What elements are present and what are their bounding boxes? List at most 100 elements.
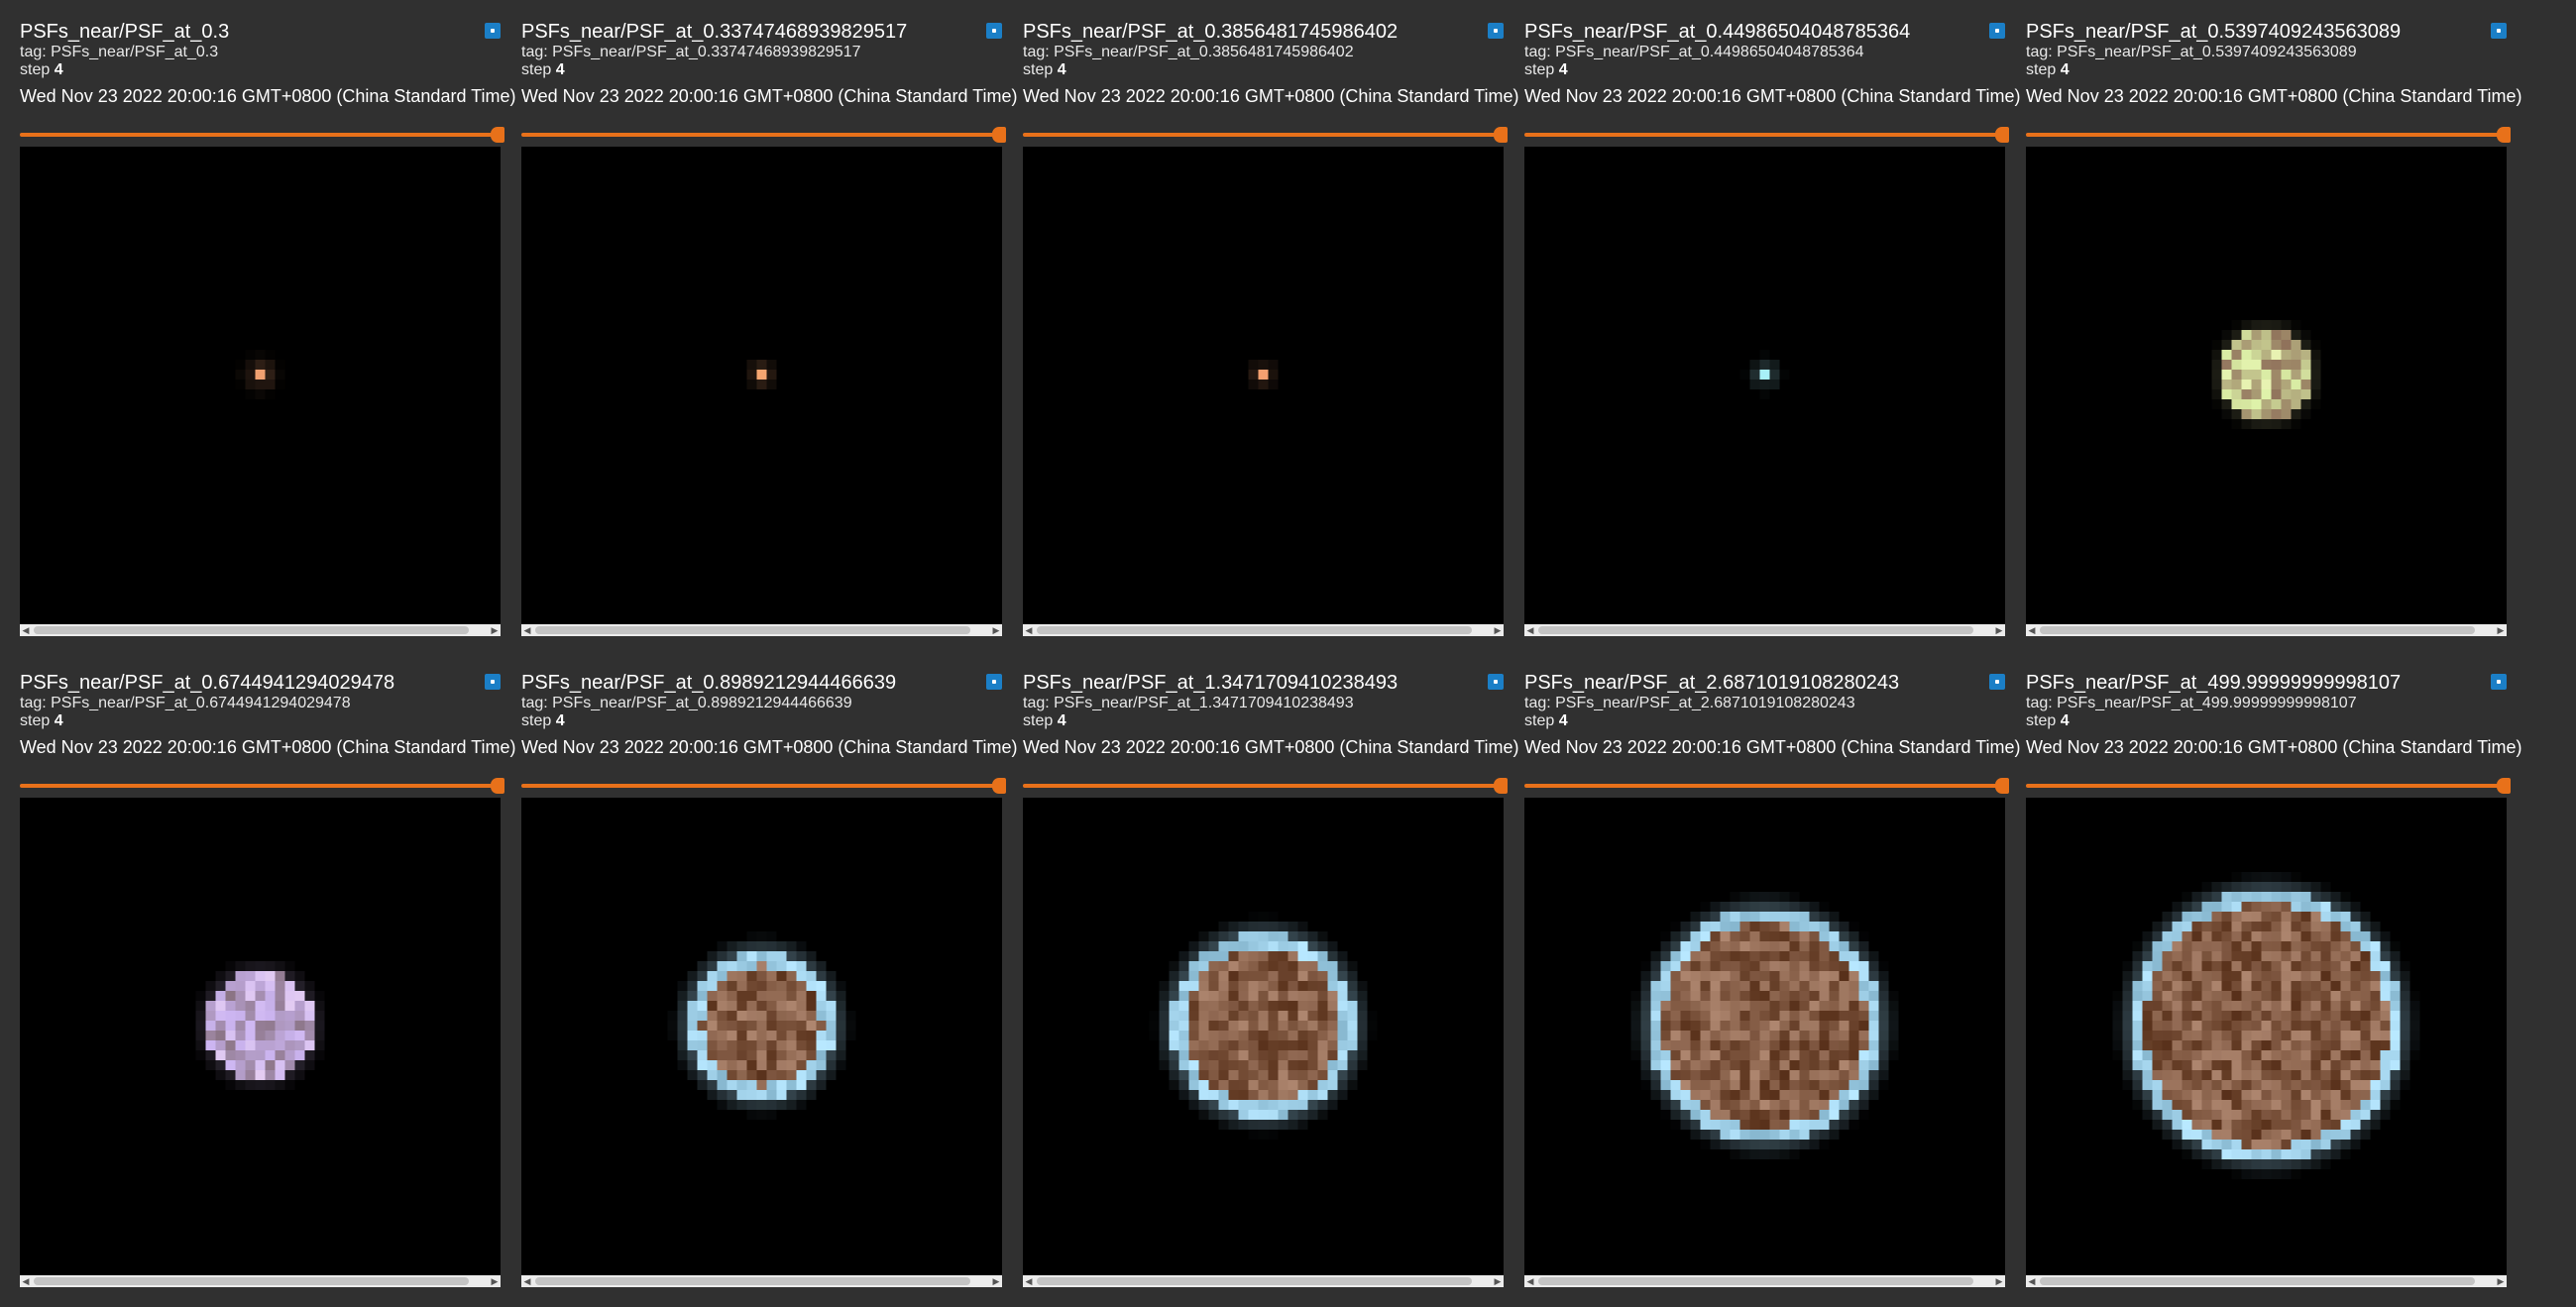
scrollbar-thumb[interactable] <box>34 1277 469 1285</box>
scrollbar-thumb[interactable] <box>1037 626 1472 634</box>
psf-pixel <box>2182 1110 2192 1120</box>
pin-button[interactable] <box>986 23 1002 39</box>
horizontal-scrollbar[interactable]: ◀ ▶ <box>1023 1275 1504 1287</box>
horizontal-scrollbar[interactable]: ◀ ▶ <box>521 1275 1002 1287</box>
slider-thumb[interactable] <box>1494 127 1508 143</box>
chevron-right-icon[interactable]: ▶ <box>489 1275 501 1287</box>
slider-thumb[interactable] <box>2497 778 2511 794</box>
psf-pixel <box>1799 1070 1810 1080</box>
psf-pixel <box>1357 1011 1368 1021</box>
slider-thumb[interactable] <box>1995 778 2009 794</box>
horizontal-scrollbar[interactable]: ◀ ▶ <box>1023 624 1504 636</box>
horizontal-scrollbar[interactable]: ◀ ▶ <box>1524 624 2005 636</box>
slider-thumb[interactable] <box>2497 127 2511 143</box>
horizontal-scrollbar[interactable]: ◀ ▶ <box>20 624 501 636</box>
slider-thumb[interactable] <box>491 778 504 794</box>
psf-pixel <box>304 1031 315 1040</box>
psf-pixel <box>2241 409 2252 419</box>
scrollbar-thumb[interactable] <box>535 626 970 634</box>
pin-button[interactable] <box>1488 674 1504 690</box>
psf-pixel <box>225 1031 236 1040</box>
chevron-left-icon[interactable]: ◀ <box>1524 1275 1536 1287</box>
psf-pixel <box>1868 1050 1879 1060</box>
pin-button[interactable] <box>485 23 501 39</box>
step-slider[interactable] <box>2026 778 2511 794</box>
scrollbar-thumb[interactable] <box>535 1277 970 1285</box>
scrollbar-thumb[interactable] <box>34 626 469 634</box>
chevron-left-icon[interactable]: ◀ <box>1524 624 1536 636</box>
chevron-left-icon[interactable]: ◀ <box>521 1275 533 1287</box>
psf-pixel <box>1327 1070 1338 1080</box>
psf-pixel <box>2261 1080 2272 1090</box>
pin-button[interactable] <box>1488 23 1504 39</box>
psf-pixel <box>2400 1011 2410 1021</box>
chevron-left-icon[interactable]: ◀ <box>2026 1275 2038 1287</box>
step-slider[interactable] <box>1023 778 1508 794</box>
psf-pixel <box>2271 971 2282 981</box>
step-slider[interactable] <box>521 127 1006 143</box>
step-slider[interactable] <box>1524 778 2009 794</box>
psf-pixel <box>1799 1031 1810 1040</box>
chevron-left-icon[interactable]: ◀ <box>1023 1275 1035 1287</box>
scrollbar-thumb[interactable] <box>2040 1277 2475 1285</box>
pin-button[interactable] <box>2491 23 2507 39</box>
horizontal-scrollbar[interactable]: ◀ ▶ <box>2026 624 2507 636</box>
chevron-right-icon[interactable]: ▶ <box>489 624 501 636</box>
chevron-right-icon[interactable]: ▶ <box>990 1275 1002 1287</box>
chevron-right-icon[interactable]: ▶ <box>1492 1275 1504 1287</box>
psf-pixel <box>225 1021 236 1031</box>
step-slider[interactable] <box>20 127 504 143</box>
chevron-right-icon[interactable]: ▶ <box>2495 1275 2507 1287</box>
image-card: PSFs_near/PSF_at_499.99999999998107 tag:… <box>2026 671 2521 1305</box>
slider-thumb[interactable] <box>1995 127 2009 143</box>
pin-button[interactable] <box>1989 674 2005 690</box>
slider-thumb[interactable] <box>491 127 504 143</box>
step-slider[interactable] <box>20 778 504 794</box>
pin-button[interactable] <box>485 674 501 690</box>
slider-thumb[interactable] <box>992 778 1006 794</box>
horizontal-scrollbar[interactable]: ◀ ▶ <box>2026 1275 2507 1287</box>
pin-button[interactable] <box>1989 23 2005 39</box>
step-slider[interactable] <box>2026 127 2511 143</box>
psf-pixel <box>1680 991 1691 1001</box>
psf-pixel <box>2231 941 2242 951</box>
step-slider[interactable] <box>1524 127 2009 143</box>
psf-pixel <box>1839 991 1849 1001</box>
horizontal-scrollbar[interactable]: ◀ ▶ <box>20 1275 501 1287</box>
pin-button[interactable] <box>986 674 1002 690</box>
psf-pixel <box>205 1060 216 1070</box>
pin-button[interactable] <box>2491 674 2507 690</box>
chevron-left-icon[interactable]: ◀ <box>20 624 32 636</box>
scrollbar-thumb[interactable] <box>1037 1277 1472 1285</box>
chevron-left-icon[interactable]: ◀ <box>20 1275 32 1287</box>
chevron-left-icon[interactable]: ◀ <box>1023 624 1035 636</box>
scrollbar-thumb[interactable] <box>1538 1277 1973 1285</box>
slider-thumb[interactable] <box>992 127 1006 143</box>
psf-pixel <box>2241 1090 2252 1100</box>
psf-pixel <box>727 1060 737 1070</box>
chevron-right-icon[interactable]: ▶ <box>1993 1275 2005 1287</box>
horizontal-scrollbar[interactable]: ◀ ▶ <box>521 624 1002 636</box>
chevron-right-icon[interactable]: ▶ <box>1993 624 2005 636</box>
scrollbar-thumb[interactable] <box>2040 626 2475 634</box>
psf-pixel <box>1670 1100 1681 1110</box>
psf-pixel <box>1268 380 1279 389</box>
psf-pixel <box>2221 1021 2232 1031</box>
psf-pixel <box>1878 981 1889 991</box>
psf-pixel <box>1720 1090 1731 1100</box>
scrollbar-thumb[interactable] <box>1538 626 1973 634</box>
psf-pixel <box>1739 971 1750 981</box>
chevron-right-icon[interactable]: ▶ <box>2495 624 2507 636</box>
psf-pixel <box>1759 360 1770 370</box>
horizontal-scrollbar[interactable]: ◀ ▶ <box>1524 1275 2005 1287</box>
chevron-right-icon[interactable]: ▶ <box>990 624 1002 636</box>
psf-pixel <box>2261 1120 2272 1130</box>
chevron-left-icon[interactable]: ◀ <box>521 624 533 636</box>
slider-thumb[interactable] <box>1494 778 1508 794</box>
psf-pixel <box>806 1021 817 1031</box>
step-slider[interactable] <box>521 778 1006 794</box>
chevron-left-icon[interactable]: ◀ <box>2026 624 2038 636</box>
psf-pixel <box>1208 1080 1219 1090</box>
chevron-right-icon[interactable]: ▶ <box>1492 624 1504 636</box>
step-slider[interactable] <box>1023 127 1508 143</box>
